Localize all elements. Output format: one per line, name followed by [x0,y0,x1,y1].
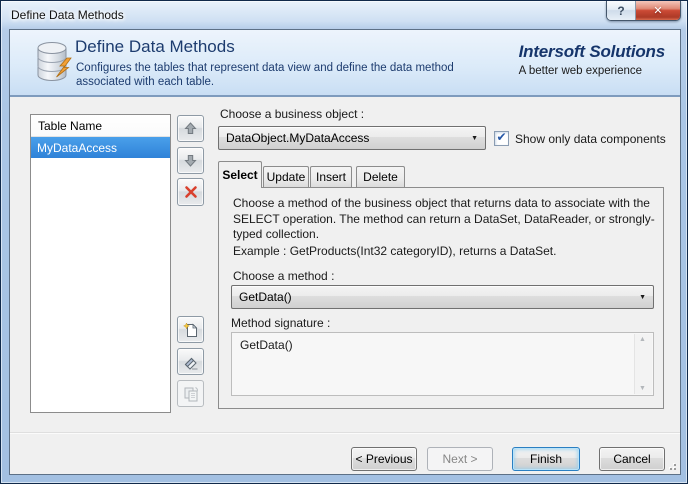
eraser-icon [184,357,197,370]
method-signature-label: Method signature : [231,316,331,330]
tab-select[interactable]: Select [218,161,262,188]
finish-button[interactable]: Finish [512,447,580,471]
previous-button[interactable]: < Previous [351,447,417,471]
cancel-button[interactable]: Cancel [599,447,665,471]
choose-method-label: Choose a method : [233,269,335,283]
method-combo[interactable]: GetData() ▼ [231,285,654,309]
titlebar[interactable]: Define Data Methods ? ✕ [1,1,687,29]
delete-table-button[interactable] [177,178,204,206]
close-icon: ✕ [653,5,663,17]
window-title: Define Data Methods [11,8,124,22]
tab-update[interactable]: Update [263,166,309,187]
down-arrow-icon [184,155,197,167]
show-only-data-components-checkbox[interactable]: ✔ [494,130,509,146]
signature-scrollbar[interactable]: ▲ ▼ [634,334,652,394]
business-object-combo[interactable]: DataObject.MyDataAccess ▼ [218,126,486,150]
clear-button[interactable] [177,348,204,375]
new-table-button[interactable] [177,316,204,343]
move-up-button[interactable] [177,115,204,142]
database-icon [37,42,72,81]
move-down-button[interactable] [177,147,204,174]
method-signature-value: GetData() [240,338,293,352]
brand-block: Intersoft Solutions A better web experie… [518,42,666,77]
window-controls: ? ✕ [606,1,681,21]
checkmark-icon: ✔ [496,130,507,144]
dialog-content: Define Data Methods Configures the table… [9,29,681,475]
wizard-header: Define Data Methods Configures the table… [10,30,680,97]
tab-insert[interactable]: Insert [310,166,352,187]
table-list[interactable]: Table Name MyDataAccess [30,114,171,413]
tab-insert-label: Insert [315,170,346,184]
up-arrow-icon [184,122,197,134]
next-button[interactable]: Next > [427,447,493,471]
method-value: GetData() [239,290,292,304]
copy-pages-icon [184,386,198,401]
select-tab-panel: Choose a method of the business object t… [218,187,664,409]
table-list-header[interactable]: Table Name [31,115,170,137]
brand-name: Intersoft Solutions [518,42,666,61]
select-example: Example : GetProducts(Int32 categoryID),… [233,244,557,258]
brand-tagline: A better web experience [518,65,643,77]
business-object-label: Choose a business object : [220,107,365,121]
copy-table-button[interactable] [177,380,204,407]
tab-delete-label: Delete [363,170,398,184]
scroll-up-icon: ▲ [639,336,646,343]
show-only-data-components-label[interactable]: Show only data components [515,132,666,146]
tab-select-label: Select [222,168,258,182]
dropdown-arrow-icon: ▼ [639,294,646,301]
close-button[interactable]: ✕ [636,1,680,20]
help-button[interactable]: ? [607,1,636,20]
business-object-value: DataObject.MyDataAccess [226,131,370,145]
footer-separator [10,432,680,434]
select-description: Choose a method of the business object t… [233,196,655,241]
help-icon: ? [617,3,625,18]
tab-delete[interactable]: Delete [356,166,405,187]
new-document-icon [182,321,197,337]
header-description: Configures the tables that represent dat… [76,62,454,88]
table-list-row[interactable]: MyDataAccess [31,137,170,158]
header-title: Define Data Methods [75,37,235,56]
tab-update-label: Update [266,170,306,184]
resize-grip[interactable] [665,459,677,471]
dropdown-arrow-icon: ▼ [471,135,478,142]
scroll-down-icon: ▼ [639,385,646,392]
define-data-methods-dialog: Define Data Methods ? ✕ Define Data Meth… [0,0,688,484]
method-signature-box[interactable]: GetData() ▲ ▼ [231,332,654,396]
red-x-icon [184,186,197,198]
